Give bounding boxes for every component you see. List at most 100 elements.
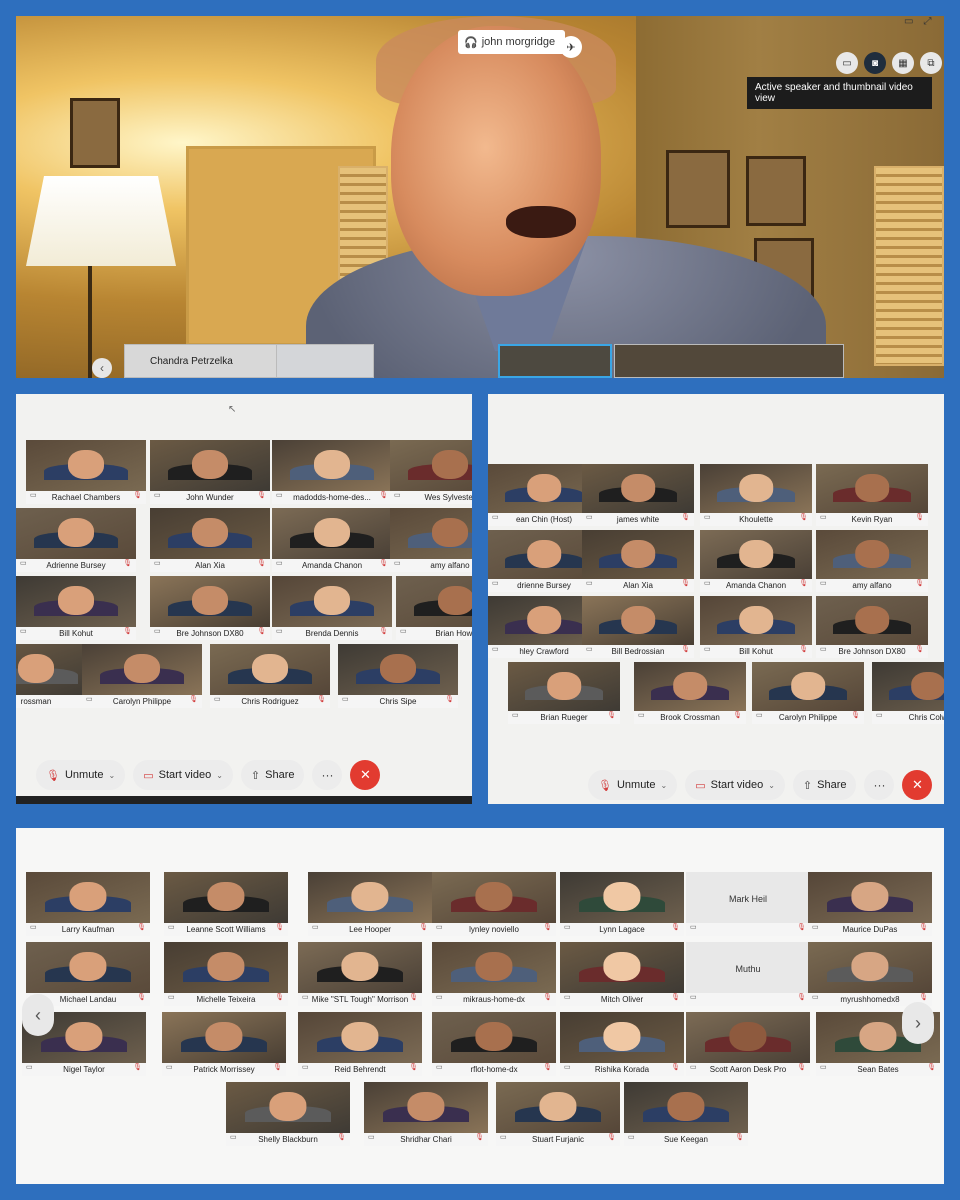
participant-tile[interactable]: Bill Kohut ▭ 🎙	[16, 576, 136, 640]
participant-tile[interactable]: Kevin Ryan ▭ 🎙	[816, 464, 928, 526]
immersive-view-button[interactable]: ⧉	[920, 52, 942, 74]
grid-view-button[interactable]: ▦	[892, 52, 914, 74]
participant-tile[interactable]: Khoulette ▭ 🎙	[700, 464, 812, 526]
participant-tile[interactable]: madodds-home-des... ▭ 🎙	[272, 440, 392, 504]
unmute-button[interactable]: 🎙 Unmute ⌄	[588, 770, 678, 800]
participant-tile[interactable]: John Wunder ▭ 🎙	[150, 440, 270, 504]
participant-tile[interactable]: Shridhar Chari ▭ 🎙	[364, 1082, 488, 1146]
participant-name: Mitch Oliver ▭ 🎙	[560, 993, 684, 1006]
participant-tile[interactable]: amy alfano▭🎙	[816, 530, 928, 592]
participant-face	[739, 540, 773, 568]
participant-tile[interactable]: Brook Crossman ▭ 🎙	[634, 662, 746, 724]
participant-tile[interactable]: Carolyn Philippe ▭ 🎙	[82, 644, 202, 708]
participant-face	[855, 474, 889, 502]
participant-tile[interactable]: james white ▭ 🎙	[582, 464, 694, 526]
stage-view-button[interactable]: ▭	[836, 52, 858, 74]
chevron-down-icon[interactable]: ⌄	[661, 781, 668, 790]
participant-tile[interactable]: Mike "STL Tough" Morrison ▭ 🎙	[298, 942, 422, 1006]
participant-face	[603, 952, 641, 981]
chevron-down-icon[interactable]: ⌄	[109, 771, 116, 780]
participant-tile[interactable]: mikraus-home-dx ▭ 🎙	[432, 942, 556, 1006]
start-video-button[interactable]: ▭ Start video ⌄	[133, 760, 233, 790]
participant-tile[interactable]: amy alfano▭🎙	[390, 508, 472, 572]
thumbnail-video[interactable]	[276, 344, 374, 378]
participant-tile[interactable]: Alan Xia ▭ 🎙	[582, 530, 694, 592]
unmute-label: Unmute	[616, 779, 656, 791]
unmute-button[interactable]: 🎙 Unmute ⌄	[36, 760, 126, 790]
grid-prev-page-button[interactable]: ‹	[22, 994, 54, 1036]
participant-tile[interactable]: Patrick Morrissey ▭ 🎙	[162, 1012, 286, 1076]
participant-tile[interactable]: Larry Kaufman ▭ 🎙	[26, 872, 150, 936]
participant-name: Patrick Morrissey ▭ 🎙	[162, 1063, 286, 1076]
participant-tile[interactable]: Bre Johnson DX80 ▭ 🎙	[150, 576, 270, 640]
participant-tile[interactable]: Rishika Korada ▭ 🎙	[560, 1012, 684, 1076]
leave-meeting-button[interactable]: ✕	[350, 760, 381, 790]
participant-face	[855, 606, 889, 634]
participant-tile[interactable]: Scott Aaron Desk Pro ▭ 🎙	[686, 1012, 810, 1076]
speaker-thumbnail-view-button[interactable]: ◙	[864, 52, 886, 74]
participant-name: Shelly Blackburn ▭ 🎙	[226, 1133, 350, 1146]
participant-name: Nigel Taylor ▭ 🎙	[22, 1063, 146, 1076]
participant-name: Bre Johnson DX80 ▭ 🎙	[816, 645, 928, 658]
participant-tile[interactable]: Reid Behrendt ▭ 🎙	[298, 1012, 422, 1076]
mic-muted-icon: 🎙	[851, 712, 860, 719]
thumbnail-prev-button[interactable]: ‹	[92, 358, 112, 378]
participant-tile[interactable]: Chris Sipe ▭ 🎙	[338, 644, 458, 708]
participant-tile[interactable]: Adrienne Bursey ▭ 🎙	[16, 508, 136, 572]
participant-tile[interactable]: Mark Heil ▭ 🎙	[686, 872, 810, 936]
leave-meeting-button[interactable]: ✕	[902, 770, 933, 800]
participant-tile[interactable]: Wes Sylvester▭🎙	[390, 440, 472, 504]
participant-tile[interactable]: Leanne Scott Williams ▭ 🎙	[164, 872, 288, 936]
participant-tile[interactable]: Brenda Dennis ▭ 🎙	[272, 576, 392, 640]
participant-tile[interactable]: Lynn Lagace ▭ 🎙	[560, 872, 684, 936]
device-icon: ▭	[436, 994, 443, 1001]
participant-tile[interactable]: Maurice DuPas ▭ 🎙	[808, 872, 932, 936]
participant-tile[interactable]: Mitch Oliver ▭ 🎙	[560, 942, 684, 1006]
participant-tile[interactable]: Carolyn Philippe ▭ 🎙	[752, 662, 864, 724]
more-options-button[interactable]: ···	[312, 760, 343, 790]
participant-tile[interactable]: Michelle Teixeira ▭ 🎙	[164, 942, 288, 1006]
participant-tile[interactable]: lynley noviello ▭ 🎙	[432, 872, 556, 936]
participant-tile[interactable]: Lee Hooper ▭ 🎙	[308, 872, 432, 936]
participant-tile[interactable]: Chris Colw▭🎙	[872, 662, 944, 724]
participant-tile[interactable]: Brian Howa▭🎙	[396, 576, 472, 640]
chevron-down-icon[interactable]: ⌄	[216, 771, 223, 780]
chevron-down-icon[interactable]: ⌄	[768, 781, 775, 790]
device-icon: ▭	[302, 994, 309, 1001]
participant-video	[210, 644, 330, 696]
more-options-button[interactable]: ···	[864, 770, 895, 800]
share-icon: ⇧	[250, 769, 261, 782]
grid-next-page-button[interactable]: ›	[902, 1002, 934, 1044]
participant-tile[interactable]: Stuart Furjanic ▭ 🎙	[496, 1082, 620, 1146]
device-icon: ▭	[812, 994, 819, 1001]
participant-video	[272, 440, 392, 492]
participant-tile[interactable]: myrushhomedx8 ▭ 🎙	[808, 942, 932, 1006]
share-button[interactable]: ⇧ Share	[240, 760, 305, 790]
participant-tile[interactable]: rflot-home-dx ▭ 🎙	[432, 1012, 556, 1076]
expand-icon[interactable]: ⤢	[923, 16, 931, 27]
device-icon: ▭	[214, 696, 221, 703]
participant-tile[interactable]: Bill Bedrossian ▭ 🎙	[582, 596, 694, 658]
participant-tile[interactable]: Bill Kohut ▭ 🎙	[700, 596, 812, 658]
participant-tile[interactable]: Brian Rueger ▭ 🎙	[508, 662, 620, 724]
participant-tile[interactable]: Muthu ▭ 🎙	[686, 942, 810, 1006]
participant-tile[interactable]: Sue Keegan ▭ 🎙	[624, 1082, 748, 1146]
share-button[interactable]: ⇧ Share	[792, 770, 857, 800]
pin-button[interactable]: ✈	[560, 36, 582, 58]
start-video-button[interactable]: ▭ Start video ⌄	[685, 770, 785, 800]
participant-video	[560, 872, 684, 924]
participant-tile[interactable]: Bre Johnson DX80 ▭ 🎙	[816, 596, 928, 658]
layout-view-buttons: ▭ ◙ ▦ ⧉	[836, 52, 942, 74]
participant-name: ▭ 🎙	[686, 923, 810, 936]
participant-tile[interactable]: Amanda Chanon ▭ 🎙	[272, 508, 392, 572]
minimize-icon[interactable]: ▭	[904, 16, 913, 27]
participant-tile[interactable]: Chris Rodriguez ▭ 🎙	[210, 644, 330, 708]
thumbnail-video[interactable]	[498, 344, 612, 378]
participant-tile[interactable]: Rachael Chambers ▭ 🎙	[26, 440, 146, 504]
participant-tile[interactable]: Alan Xia ▭ 🎙	[150, 508, 270, 572]
thumbnail-video[interactable]	[614, 344, 844, 378]
participant-tile[interactable]: Shelly Blackburn ▭ 🎙	[226, 1082, 350, 1146]
participant-tile[interactable]: Amanda Chanon ▭ 🎙	[700, 530, 812, 592]
meeting-controls: 🎙 Unmute ⌄ ▭ Start video ⌄ ⇧ Share ··· ✕	[36, 760, 381, 790]
pin-icon: ✈	[566, 41, 576, 54]
